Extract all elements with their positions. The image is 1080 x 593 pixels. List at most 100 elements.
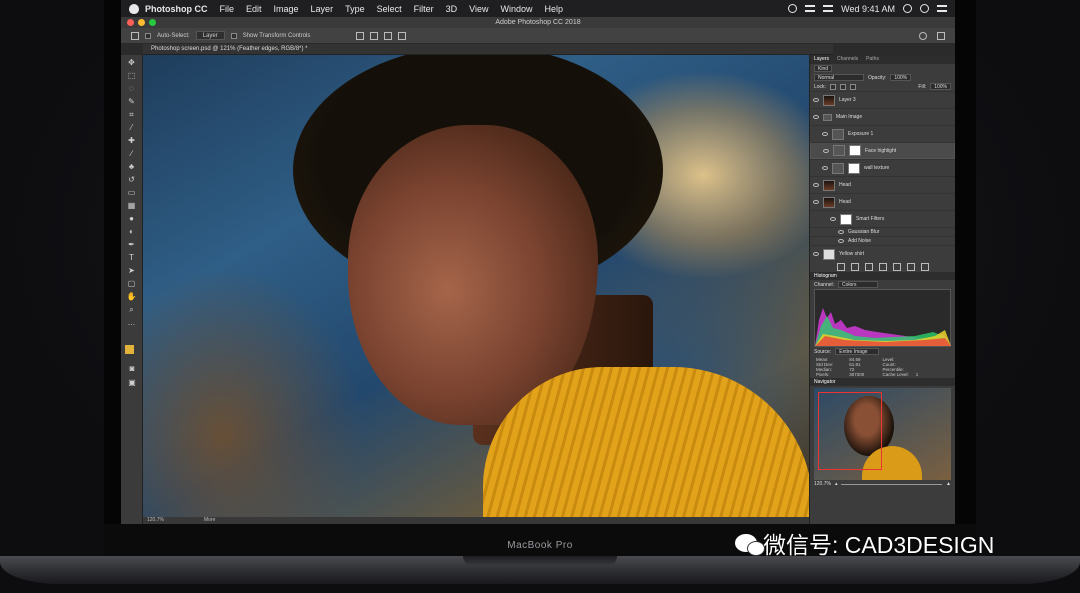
healing-brush-tool-icon[interactable]: ✚ [125, 135, 139, 146]
search-icon[interactable] [919, 31, 927, 40]
screen-mode-icon[interactable]: ▣ [125, 377, 139, 388]
status-more[interactable]: More [204, 517, 215, 524]
battery-icon[interactable] [823, 5, 834, 12]
brush-tool-icon[interactable]: ∕ [125, 148, 139, 159]
move-tool-icon[interactable]: ✥ [125, 57, 139, 68]
status-zoom[interactable]: 120.7% [147, 517, 164, 524]
layer-row[interactable]: Head [810, 176, 955, 193]
menu-select[interactable]: Select [377, 4, 402, 14]
zoom-button[interactable] [149, 19, 156, 26]
lasso-tool-icon[interactable]: ◌ [125, 83, 139, 94]
navigator-preview[interactable] [814, 388, 951, 480]
tab-channels[interactable]: Channels [837, 55, 858, 64]
filter-row[interactable]: Gaussian Blur [810, 227, 955, 236]
menu-file[interactable]: File [220, 4, 235, 14]
eraser-tool-icon[interactable]: ▭ [125, 187, 139, 198]
align-center-icon[interactable] [370, 31, 379, 40]
quick-mask-icon[interactable]: ◙ [125, 363, 139, 374]
menu-3d[interactable]: 3D [446, 4, 458, 14]
more-tools-icon[interactable]: … [125, 317, 139, 328]
distribute-icon[interactable] [398, 31, 407, 40]
adjustment-layer-icon[interactable] [878, 263, 887, 271]
visibility-eye-icon[interactable] [813, 200, 819, 204]
menu-layer[interactable]: Layer [311, 4, 334, 14]
layer-row-selected[interactable]: Face highlight [810, 142, 955, 159]
blend-mode-dropdown[interactable]: Normal [814, 74, 864, 81]
link-layers-icon[interactable] [836, 263, 845, 271]
navigator-panel-header[interactable]: Navigator [810, 378, 955, 386]
lock-position-icon[interactable] [849, 83, 856, 90]
smart-filters-row[interactable]: Smart Filters [810, 210, 955, 227]
fx-icon[interactable] [850, 263, 859, 271]
menu-edit[interactable]: Edit [246, 4, 262, 14]
visibility-eye-icon[interactable] [813, 115, 819, 119]
menu-view[interactable]: View [469, 4, 488, 14]
layer-group-row[interactable]: Main Image [810, 108, 955, 125]
marquee-tool-icon[interactable]: ⬚ [125, 70, 139, 81]
type-tool-icon[interactable]: T [125, 252, 139, 263]
gradient-tool-icon[interactable]: ▦ [125, 200, 139, 211]
visibility-eye-icon[interactable] [838, 230, 844, 234]
auto-select-checkbox[interactable] [145, 32, 151, 39]
tab-paths[interactable]: Paths [866, 55, 879, 64]
visibility-eye-icon[interactable] [822, 132, 828, 136]
document-canvas[interactable] [143, 55, 809, 517]
pen-tool-icon[interactable]: ✒ [125, 239, 139, 250]
menu-help[interactable]: Help [544, 4, 563, 14]
visibility-eye-icon[interactable] [838, 239, 844, 243]
layer-row[interactable]: Layer 3 [810, 91, 955, 108]
history-brush-tool-icon[interactable]: ↺ [125, 174, 139, 185]
visibility-eye-icon[interactable] [822, 166, 828, 170]
lock-pixels-icon[interactable] [839, 83, 846, 90]
blur-tool-icon[interactable]: ● [125, 213, 139, 224]
filter-row[interactable]: Add Noise [810, 236, 955, 245]
clock[interactable]: Wed 9:41 AM [841, 4, 895, 14]
fill-field[interactable]: 100% [930, 83, 951, 90]
source-dropdown[interactable]: Entire Image [835, 348, 880, 355]
layer-row[interactable]: Head [810, 193, 955, 210]
align-right-icon[interactable] [384, 31, 393, 40]
new-group-icon[interactable] [892, 263, 901, 271]
layer-row[interactable]: wall texture [810, 159, 955, 176]
shape-tool-icon[interactable]: ▢ [125, 278, 139, 289]
hand-tool-icon[interactable]: ✋ [125, 291, 139, 302]
new-layer-icon[interactable] [906, 263, 915, 271]
zoom-slider[interactable] [841, 483, 943, 485]
crop-tool-icon[interactable]: ⌗ [125, 109, 139, 120]
search-icon[interactable] [903, 4, 912, 13]
layer-row[interactable]: Yellow shirt [810, 245, 955, 262]
wifi-icon[interactable] [788, 4, 798, 13]
zoom-out-icon[interactable]: ▴ [835, 481, 838, 487]
visibility-eye-icon[interactable] [813, 183, 819, 187]
menu-window[interactable]: Window [500, 4, 532, 14]
apple-icon[interactable] [129, 3, 139, 14]
opacity-field[interactable]: 100% [890, 74, 912, 81]
workspace-icon[interactable] [937, 31, 945, 40]
zoom-in-icon[interactable]: ▲ [946, 481, 951, 487]
dodge-tool-icon[interactable]: ◐ [125, 226, 139, 237]
menu-app-name[interactable]: Photoshop CC [145, 4, 208, 14]
document-tab[interactable]: Photoshop screen.psd @ 121% (Feather edg… [143, 44, 833, 55]
close-button[interactable] [127, 19, 134, 26]
visibility-eye-icon[interactable] [823, 148, 829, 153]
add-mask-icon[interactable] [864, 263, 873, 271]
align-left-icon[interactable] [356, 31, 365, 40]
airplay-icon[interactable] [805, 5, 816, 12]
zoom-tool-icon[interactable]: ⌕ [125, 304, 139, 315]
quick-select-tool-icon[interactable]: ✎ [125, 96, 139, 107]
navigator-zoom[interactable]: 120.7% [814, 481, 831, 487]
layer-filter-dropdown[interactable]: Kind [814, 65, 833, 72]
visibility-eye-icon[interactable] [813, 252, 819, 256]
move-tool-icon[interactable] [131, 31, 139, 40]
transform-controls-checkbox[interactable] [230, 32, 237, 39]
lock-transparent-icon[interactable] [829, 83, 836, 90]
layer-row[interactable]: Exposure 1 [810, 125, 955, 142]
histogram-panel-header[interactable]: Histogram [810, 272, 955, 280]
visibility-eye-icon[interactable] [813, 98, 819, 102]
menu-image[interactable]: Image [274, 4, 299, 14]
clone-stamp-tool-icon[interactable]: ♣ [125, 161, 139, 172]
navigator-view-box[interactable] [818, 392, 882, 470]
eyedropper-tool-icon[interactable]: ⁄ [125, 122, 139, 133]
menu-type[interactable]: Type [345, 4, 365, 14]
trash-icon[interactable] [920, 263, 929, 271]
